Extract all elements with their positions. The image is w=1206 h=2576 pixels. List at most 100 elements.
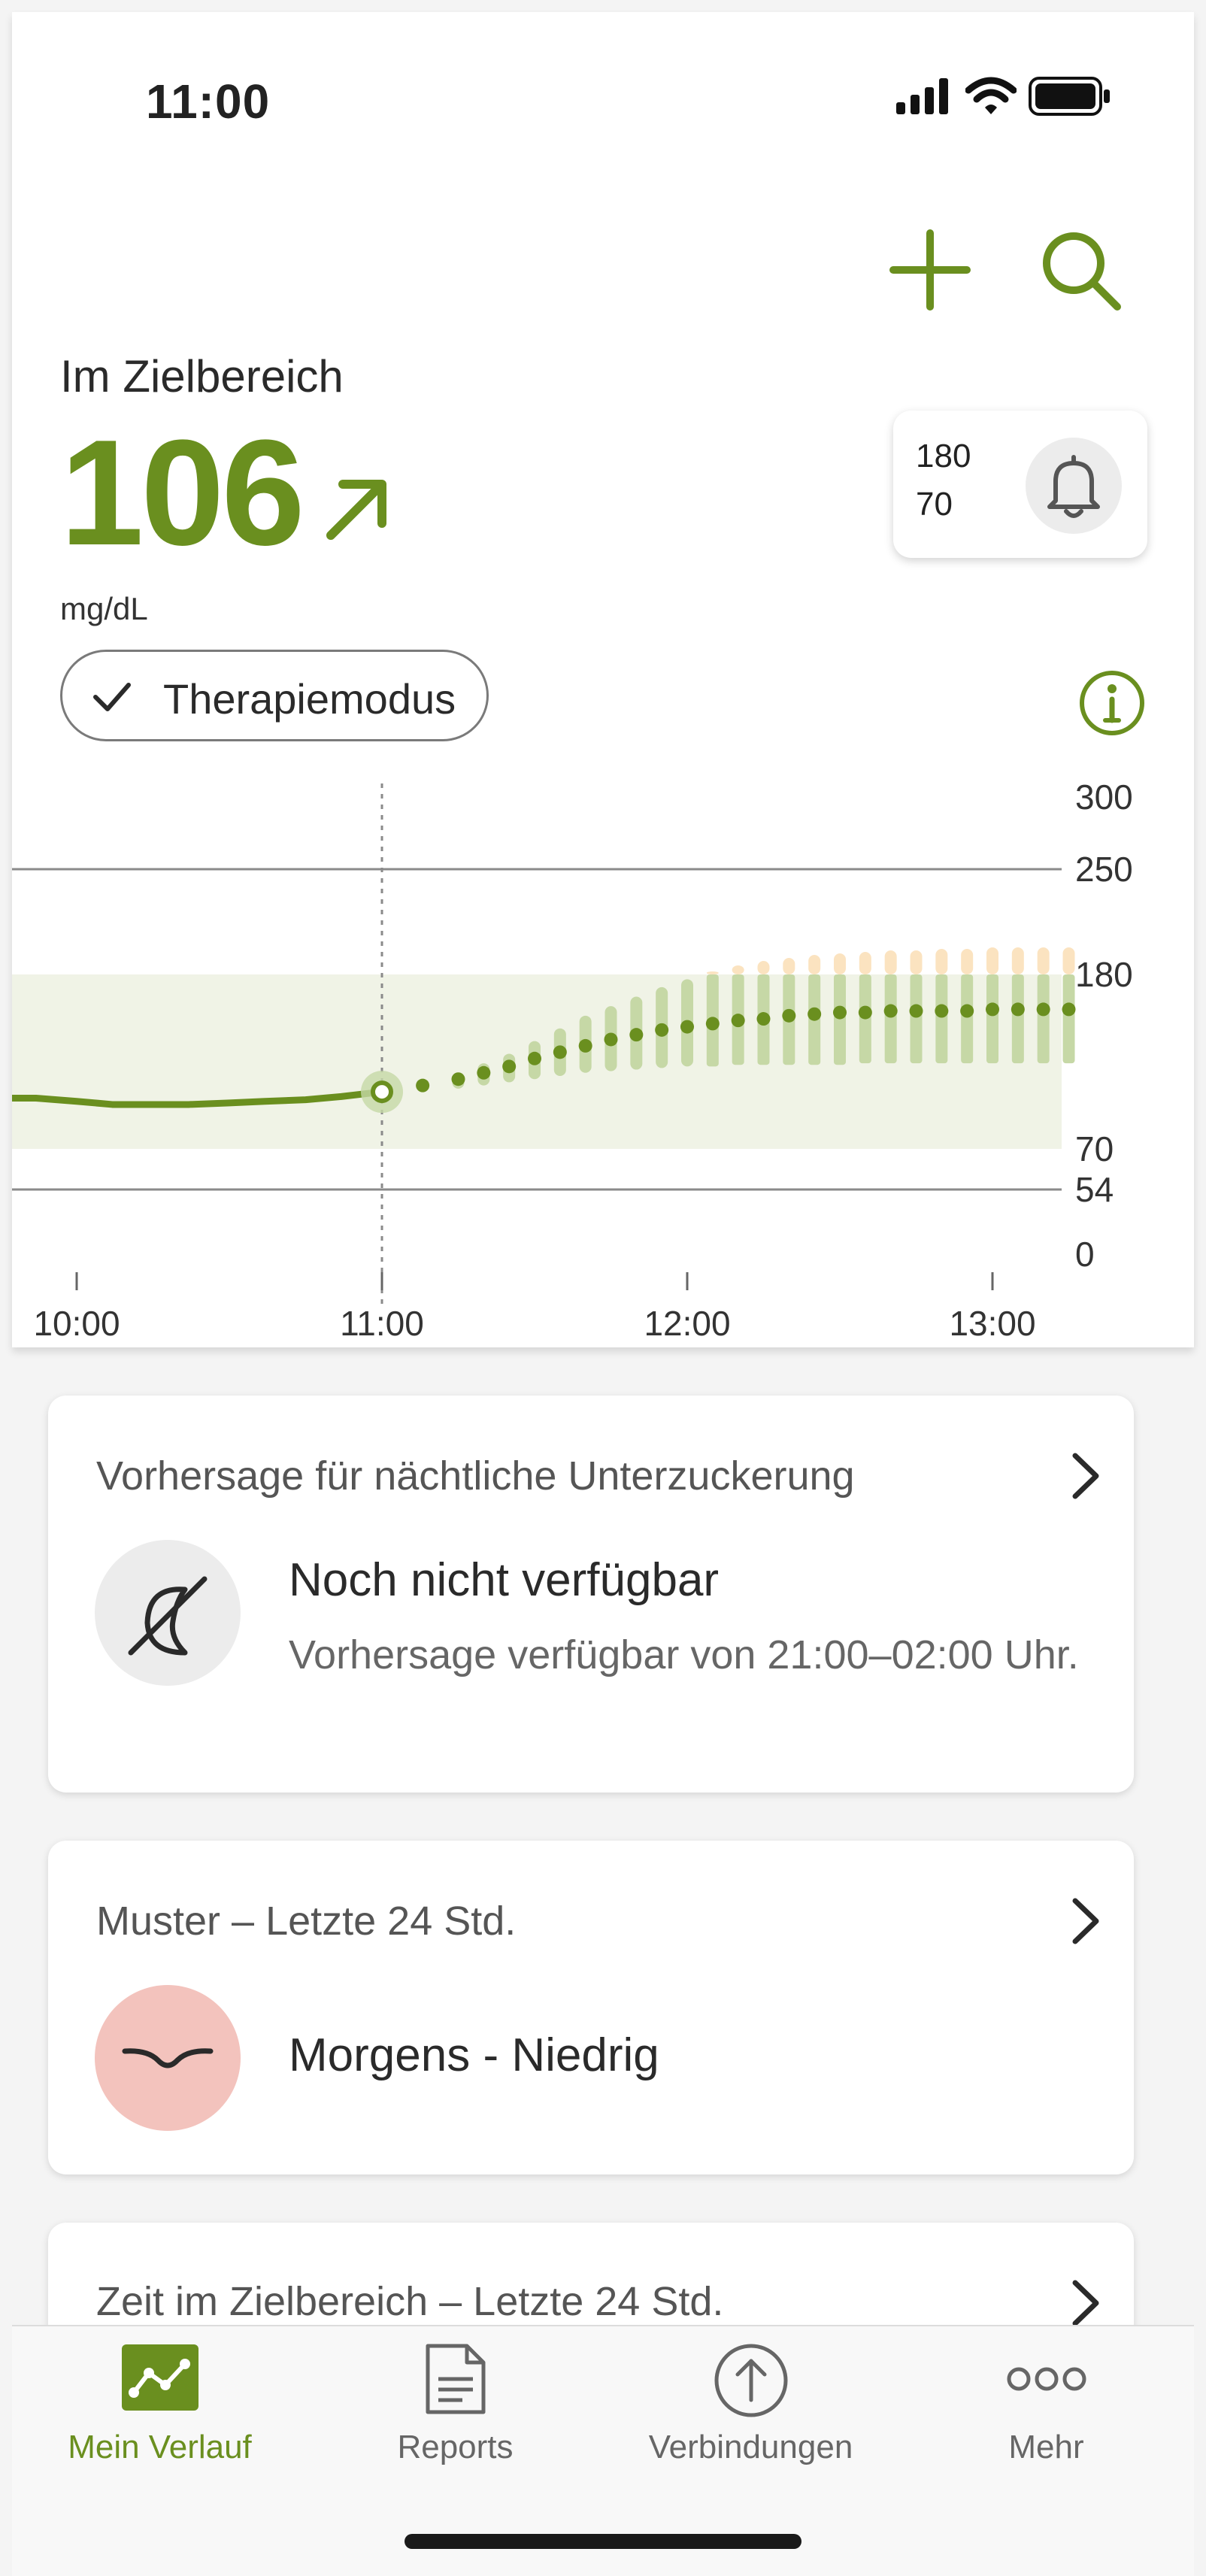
glucose-value: 106 (60, 409, 305, 577)
prediction-point (451, 1072, 465, 1086)
prediction-band-high (935, 949, 948, 974)
prediction-point (502, 1059, 517, 1074)
prediction-band-high (1011, 947, 1024, 974)
tab-label: Mein Verlauf (68, 2429, 252, 2465)
document-icon (426, 2344, 485, 2414)
prediction-point (604, 1032, 618, 1047)
prediction-point (909, 1004, 923, 1018)
tab-reports[interactable]: Reports (308, 2326, 603, 2492)
tab-label: Reports (397, 2429, 514, 2465)
add-button[interactable] (889, 229, 971, 311)
cellular-signal-icon (896, 78, 948, 114)
prediction-point (756, 1012, 771, 1026)
glucose-unit: mg/dL (60, 591, 148, 626)
pattern-card-header: Muster – Letzte 24 Std. (96, 1899, 517, 1944)
prediction-point (935, 1004, 949, 1018)
prediction-point (1036, 1002, 1050, 1017)
tab-mein-verlauf[interactable]: Mein Verlauf (12, 2326, 308, 2492)
checkmark-icon (93, 683, 131, 711)
more-dots-icon (1007, 2367, 1086, 2391)
prediction-point (808, 1007, 822, 1021)
trend-chart-icon (121, 2344, 198, 2411)
bell-icon (1026, 438, 1122, 534)
battery-icon (1029, 77, 1110, 116)
prediction-band-high (757, 961, 770, 974)
trend-arrow-up-right-icon (326, 480, 386, 540)
prediction-band-high (986, 947, 998, 974)
glucose-panel: 11:00 Im Zielbereich 106 mg/dL 180 70 Th… (12, 12, 1194, 1347)
info-button[interactable] (1077, 668, 1147, 738)
prediction-point (528, 1051, 541, 1065)
x-tick-label: 10:00 (33, 1304, 120, 1343)
prediction-band (834, 974, 846, 1065)
y-tick-label: 250 (1075, 850, 1133, 889)
chevron-right-icon (1072, 1898, 1099, 1944)
prediction-band-high (910, 950, 923, 974)
prediction-point (416, 1078, 430, 1093)
prediction-band-high (1037, 947, 1050, 974)
prediction-band-high (783, 958, 795, 974)
prediction-band (1062, 974, 1075, 1064)
prediction-point (477, 1065, 491, 1080)
current-point (371, 1080, 393, 1104)
prediction-band-high (834, 953, 846, 974)
prediction-band-high (706, 971, 719, 974)
time-in-range-card-header: Zeit im Zielbereich – Letzte 24 Std. (96, 2279, 724, 2324)
pattern-card[interactable]: Muster – Letzte 24 Std. Morgens - Niedri… (48, 1841, 1134, 2174)
status-time: 11:00 (146, 74, 271, 129)
prediction-band (910, 974, 923, 1064)
prediction-point (629, 1028, 644, 1042)
x-tick-label: 13:00 (949, 1304, 1035, 1343)
therapy-mode-button[interactable]: Therapiemodus (60, 650, 489, 741)
prediction-point (883, 1004, 898, 1018)
prediction-point (986, 1002, 999, 1017)
y-tick-label: 300 (1075, 777, 1133, 817)
x-tick-label: 11:00 (340, 1304, 424, 1343)
search-button[interactable] (1039, 229, 1123, 313)
alarm-low-value: 70 (916, 486, 953, 523)
prediction-band-high (732, 965, 744, 974)
prediction-point (960, 1004, 974, 1018)
chevron-right-icon (1072, 1453, 1099, 1499)
prediction-band (1037, 974, 1050, 1064)
y-tick-label: 0 (1075, 1235, 1095, 1274)
glucose-chart[interactable]: 300 250 180 7054 0 10:00 11:00 12:00 13:00 (12, 764, 1194, 1347)
prediction-band (935, 974, 948, 1064)
prediction-point (731, 1014, 745, 1028)
tab-label: Verbindungen (648, 2429, 853, 2465)
prediction-point (553, 1045, 567, 1059)
prediction-band (961, 974, 974, 1064)
prediction-band-high (961, 949, 974, 974)
app-screen: 11:00 Im Zielbereich 106 mg/dL 180 70 Th… (0, 0, 1206, 2576)
alarm-thresholds-button[interactable]: 180 70 (893, 411, 1147, 558)
therapy-mode-label: Therapiemodus (163, 675, 456, 723)
wifi-icon (965, 77, 1017, 114)
nocturnal-card-subtitle: Vorhersage verfügbar von 21:00–02:00 Uhr… (289, 1632, 1079, 1677)
tab-verbindungen[interactable]: Verbindungen (603, 2326, 898, 2492)
x-tick-label: 12:00 (644, 1304, 730, 1343)
tab-mehr[interactable]: Mehr (898, 2326, 1194, 2492)
chevron-right-icon (1072, 2280, 1099, 2326)
prediction-point (858, 1005, 872, 1020)
prediction-band (1011, 974, 1024, 1064)
upload-circle-icon (714, 2344, 787, 2417)
prediction-band (884, 974, 897, 1064)
prediction-point (680, 1020, 694, 1034)
alarm-high-value: 180 (916, 438, 971, 474)
home-indicator (405, 2534, 801, 2549)
prediction-point (1062, 1002, 1076, 1017)
prediction-point (655, 1023, 669, 1037)
tab-label: Mehr (1008, 2429, 1084, 2465)
range-status-label: Im Zielbereich (60, 351, 344, 402)
prediction-point (782, 1008, 796, 1023)
nocturnal-card-title: Noch nicht verfügbar (289, 1554, 720, 1606)
nocturnal-hypo-card[interactable]: Vorhersage für nächtliche Unterzuckerung… (48, 1396, 1134, 1793)
y-tick-label: 180 (1075, 955, 1133, 994)
wave-pattern-icon (95, 1985, 241, 2131)
nocturnal-card-header: Vorhersage für nächtliche Unterzuckerung (96, 1453, 855, 1499)
prediction-band (986, 974, 998, 1064)
prediction-point (833, 1005, 847, 1020)
pattern-card-title: Morgens - Niedrig (289, 2029, 659, 2081)
prediction-point (1011, 1002, 1025, 1017)
prediction-band-high (859, 952, 871, 974)
